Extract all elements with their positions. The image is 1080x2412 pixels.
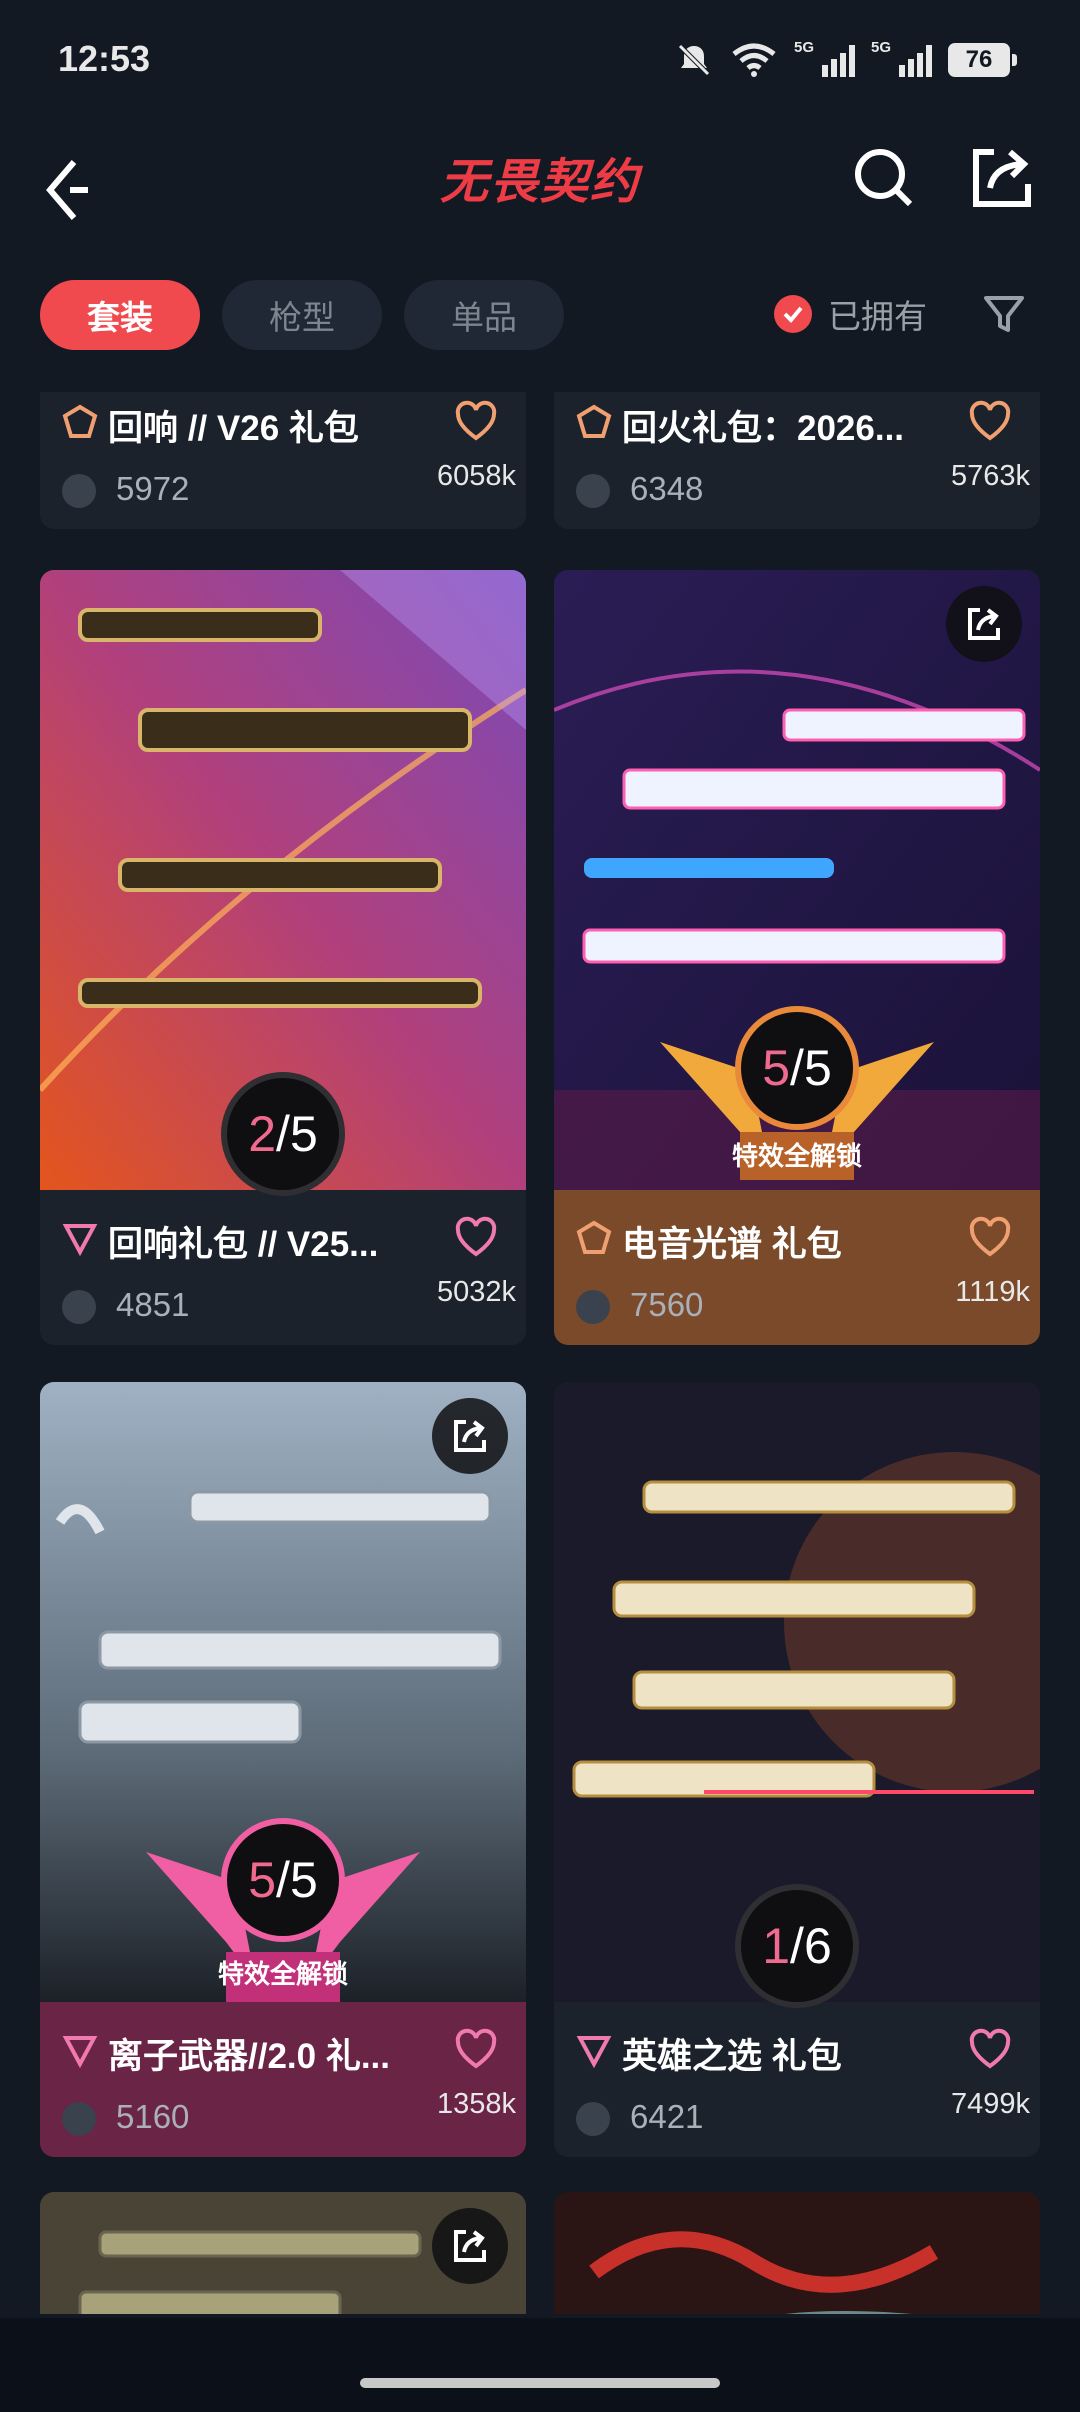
tier-deluxe-icon	[62, 1224, 98, 1256]
progress-current: 1	[762, 1918, 791, 1974]
vp-currency-icon	[62, 2102, 96, 2136]
status-icons: 5G 5G 76	[674, 39, 1017, 80]
progress-total: 5	[289, 1852, 318, 1908]
bundle-title: 离子武器//2.0 礼...	[108, 2037, 390, 2076]
network-type-2: 5G	[871, 39, 892, 56]
app-header: 无畏契约	[0, 120, 1080, 270]
progress-current: 5	[762, 1040, 791, 1096]
card-info: 回响礼包 // V25... 4851 5032k	[40, 1190, 526, 1345]
share-icon[interactable]	[946, 586, 1022, 662]
bundle-price: 4851	[116, 1286, 190, 1323]
progress-total: 5	[289, 1106, 318, 1162]
bundle-price: 5160	[116, 2098, 190, 2135]
share-icon[interactable]	[966, 142, 1038, 214]
bundle-likes: 5032k	[436, 1276, 516, 1308]
bundle-image	[554, 2192, 1040, 2314]
bundle-likes: 5763k	[950, 460, 1030, 492]
progress-current: 5	[248, 1852, 277, 1908]
card-info: 回火礼包：2026... 6348 5763k	[554, 392, 1040, 529]
card-info: 电音光谱 礼包 7560 1119k	[554, 1190, 1040, 1345]
vp-currency-icon	[576, 2102, 610, 2136]
tier-deluxe-icon	[62, 2036, 98, 2068]
tab-gun-type[interactable]: 枪型	[222, 280, 382, 350]
bundle-card[interactable]: 5/5 特效全解锁 离子武器//2.0 礼... 5160 1358k	[40, 1382, 526, 2157]
bundle-price: 6348	[630, 470, 704, 507]
share-icon[interactable]	[432, 2208, 508, 2284]
tab-bundle[interactable]: 套装	[40, 280, 200, 350]
owned-toggle[interactable]: 已拥有	[774, 290, 927, 338]
tier-premium-icon	[576, 1220, 612, 1254]
battery-icon: 76	[948, 43, 1017, 77]
bundle-card[interactable]: 2/5 回响礼包 // V25... 4851 5032k	[40, 570, 526, 1345]
status-time: 12:53	[58, 38, 151, 79]
bundle-title: 回火礼包：2026...	[622, 409, 905, 448]
search-icon[interactable]	[848, 142, 920, 214]
system-nav-bar	[0, 2318, 1080, 2412]
network-type: 5G	[794, 39, 815, 56]
bundle-title: 回响礼包 // V25...	[108, 1225, 379, 1264]
bundle-card[interactable]: 1/6 英雄之选 礼包 6421 7499k	[554, 1382, 1040, 2157]
vp-currency-icon	[62, 474, 96, 508]
progress-current: 2	[248, 1106, 277, 1162]
progress-badge: 5/5	[221, 1818, 345, 1942]
unlock-label: 特效全解锁	[731, 1141, 862, 1171]
check-icon	[774, 295, 812, 333]
signal-icon: 5G	[794, 39, 855, 77]
filter-bar: 套装 枪型 单品 已拥有	[0, 278, 1080, 354]
bundle-price: 7560	[630, 1286, 704, 1323]
bundle-likes: 1358k	[436, 2088, 516, 2120]
home-indicator[interactable]	[360, 2378, 720, 2388]
card-info: 离子武器//2.0 礼... 5160 1358k	[40, 2002, 526, 2157]
bundle-title: 回响 // V26 礼包	[108, 409, 359, 448]
progress-total: 6	[803, 1918, 832, 1974]
vp-currency-icon	[576, 1290, 610, 1324]
bundle-grid: 回响 // V26 礼包 5972 6058k 回火礼包：2026... 634…	[0, 392, 1080, 2314]
bundle-title: 电音光谱 礼包	[622, 1225, 842, 1264]
progress-badge: 5/5	[735, 1006, 859, 1130]
bundle-price: 6421	[630, 2098, 704, 2135]
tier-premium-icon	[62, 404, 98, 438]
unlock-label: 特效全解锁	[217, 1959, 348, 1989]
vp-currency-icon	[62, 1290, 96, 1324]
tab-single-item[interactable]: 单品	[404, 280, 564, 350]
progress-total: 5	[803, 1040, 832, 1096]
bundle-likes: 6058k	[436, 460, 516, 492]
heart-icon[interactable]	[968, 400, 1012, 444]
bundle-card[interactable]: 回火礼包：2026... 6348 5763k	[554, 392, 1040, 529]
progress-badge: 2/5	[221, 1072, 345, 1196]
bundle-card[interactable]	[554, 2192, 1040, 2314]
owned-label: 已拥有	[828, 298, 927, 335]
wifi-icon	[732, 43, 776, 77]
heart-icon[interactable]	[968, 2028, 1012, 2072]
heart-icon[interactable]	[454, 400, 498, 444]
bundle-card[interactable]: 5/5 特效全解锁 电音光谱 礼包 7560 1119k	[554, 570, 1040, 1345]
share-icon[interactable]	[432, 1398, 508, 1474]
tier-deluxe-icon	[576, 2036, 612, 2068]
tier-premium-icon	[576, 404, 612, 438]
bundle-likes: 7499k	[950, 2088, 1030, 2120]
heart-icon[interactable]	[454, 2028, 498, 2072]
bundle-title: 英雄之选 礼包	[622, 2037, 842, 2076]
filter-funnel-icon[interactable]	[980, 290, 1028, 338]
card-info: 回响 // V26 礼包 5972 6058k	[40, 392, 526, 529]
heart-icon[interactable]	[968, 1216, 1012, 1260]
heart-icon[interactable]	[454, 1216, 498, 1260]
bundle-price: 5972	[116, 470, 190, 507]
vp-currency-icon	[576, 474, 610, 508]
signal-icon-2: 5G	[871, 39, 932, 77]
bundle-card[interactable]	[40, 2192, 526, 2314]
progress-badge: 1/6	[735, 1884, 859, 2008]
bundle-card[interactable]: 回响 // V26 礼包 5972 6058k	[40, 392, 526, 529]
status-bar: 12:53 5G 5G 76	[0, 0, 1080, 120]
card-info: 英雄之选 礼包 6421 7499k	[554, 2002, 1040, 2157]
mute-notification-icon	[678, 44, 710, 76]
bundle-likes: 1119k	[955, 1276, 1030, 1308]
